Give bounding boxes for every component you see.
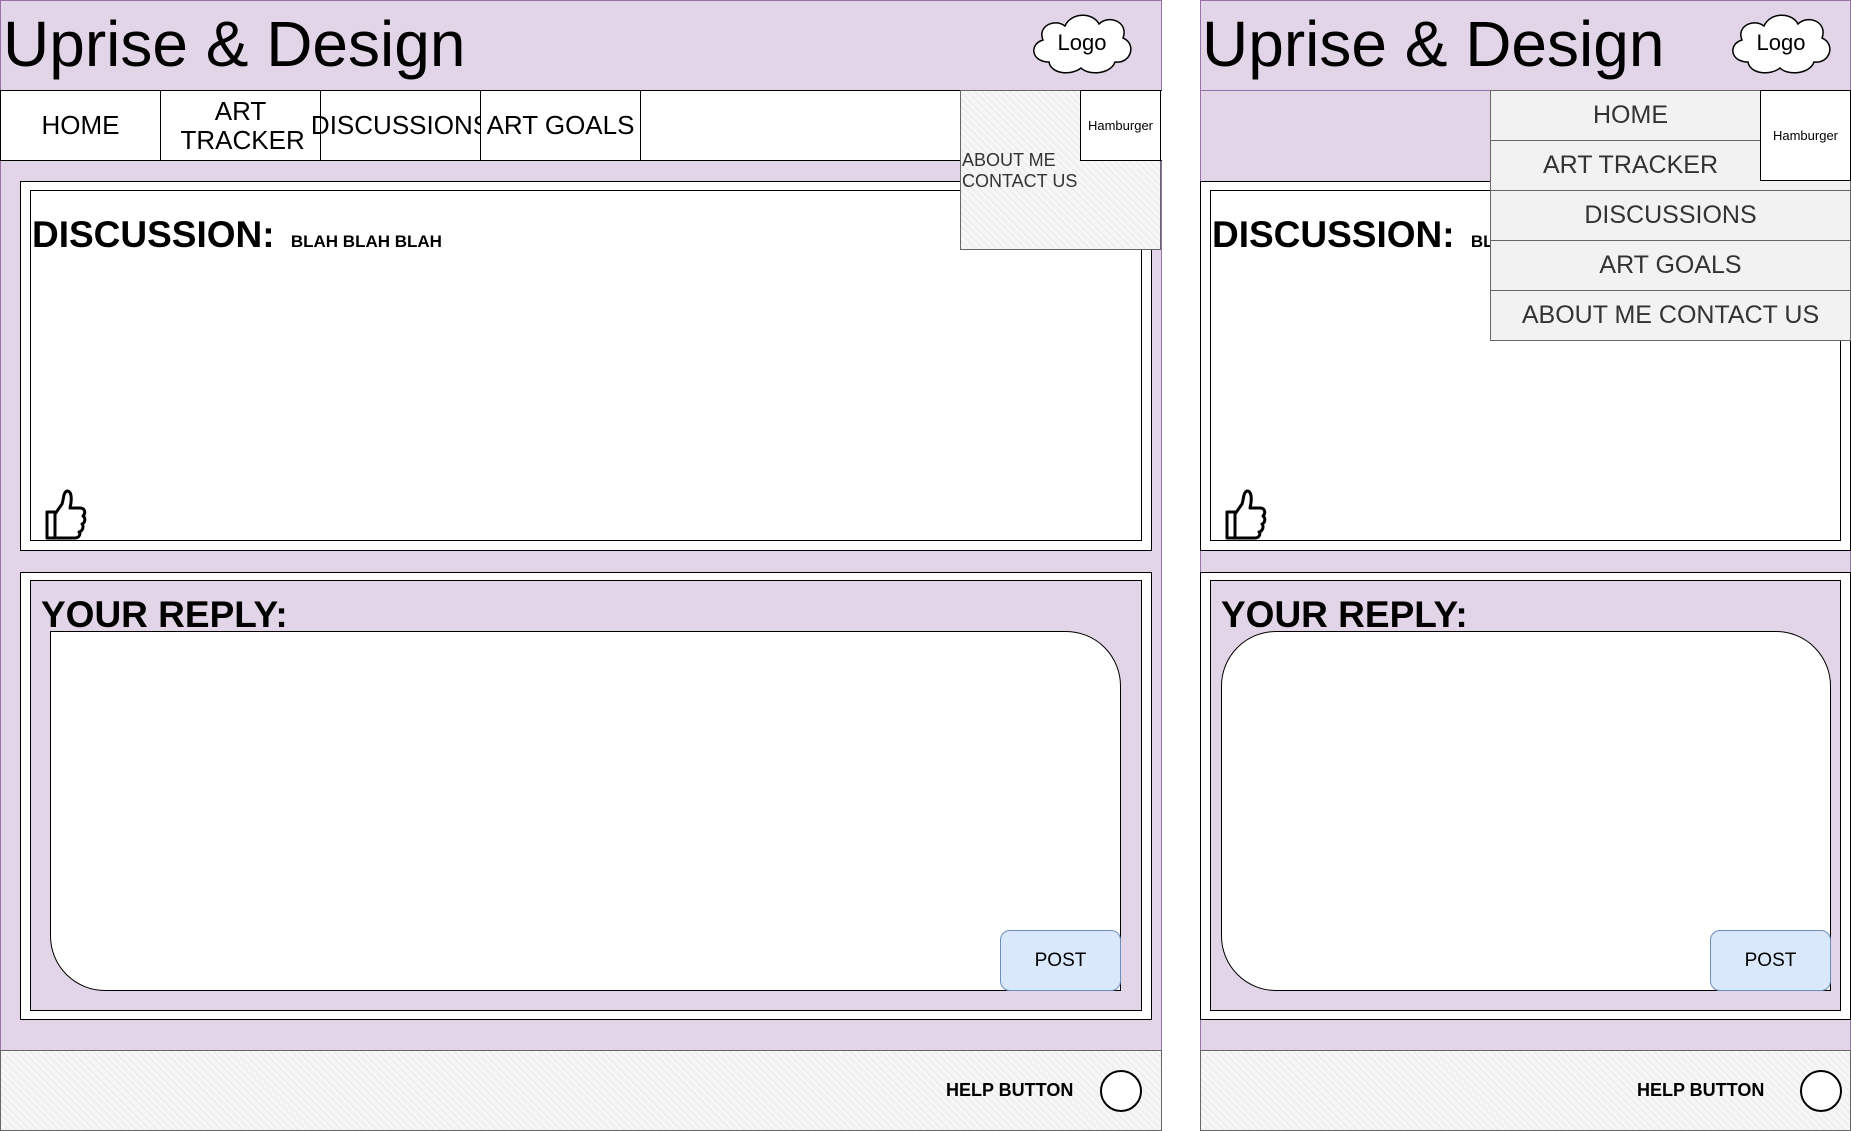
nav-home[interactable]: HOME	[0, 90, 161, 161]
dropdown-about-me[interactable]: ABOUT ME	[962, 150, 1056, 171]
mobile-like-button[interactable]	[1222, 488, 1268, 540]
thumbs-up-icon	[1225, 489, 1267, 540]
site-brand: Uprise & Design	[3, 8, 466, 80]
help-circle-icon[interactable]	[1100, 1070, 1142, 1112]
logo[interactable]: Logo	[1027, 8, 1137, 78]
mobile-menu-about-contact[interactable]: ABOUT ME CONTACT US	[1490, 290, 1851, 341]
like-button[interactable]	[42, 488, 88, 540]
discussion-text: BLAH BLAH BLAH	[290, 232, 442, 251]
nav-art-tracker[interactable]: ART TRACKER	[160, 90, 321, 161]
mobile-discussion-heading: DISCUSSION: BLA	[1212, 214, 1506, 256]
mobile-post-button[interactable]: POST	[1710, 930, 1831, 991]
mobile-reply-heading: YOUR REPLY:	[1221, 594, 1468, 635]
mobile-help-label: HELP BUTTON	[1637, 1080, 1765, 1100]
discussion-heading: DISCUSSION: BLAH BLAH BLAH	[32, 214, 442, 256]
help-circle-icon[interactable]	[1800, 1070, 1842, 1112]
thumbs-up-icon	[45, 489, 87, 540]
mobile-logo-label: Logo	[1756, 30, 1806, 55]
reply-heading: YOUR REPLY:	[41, 594, 288, 635]
nav-discussions[interactable]: DISCUSSIONS	[311, 90, 490, 161]
mobile-site-brand: Uprise & Design	[1202, 8, 1665, 80]
nav-art-goals[interactable]: ART GOALS	[480, 90, 641, 161]
reply-input[interactable]	[50, 631, 1121, 991]
mobile-logo[interactable]: Logo	[1726, 8, 1836, 78]
mobile-hamburger-button[interactable]: Hamburger	[1760, 90, 1851, 181]
hamburger-button[interactable]: Hamburger	[1080, 90, 1161, 161]
mobile-discussion-label: DISCUSSION:	[1212, 214, 1455, 255]
nav-art-tracker-label: ART TRACKER	[180, 95, 305, 155]
mobile-menu-discussions[interactable]: DISCUSSIONS	[1490, 190, 1851, 241]
dropdown-contact-us[interactable]: CONTACT US	[962, 171, 1077, 192]
post-button[interactable]: POST	[1000, 930, 1121, 991]
mobile-menu-art-goals[interactable]: ART GOALS	[1490, 240, 1851, 291]
help-label: HELP BUTTON	[946, 1080, 1074, 1100]
mobile-header-divider	[1200, 90, 1490, 91]
discussion-label: DISCUSSION:	[32, 214, 275, 255]
logo-label: Logo	[1057, 30, 1107, 55]
